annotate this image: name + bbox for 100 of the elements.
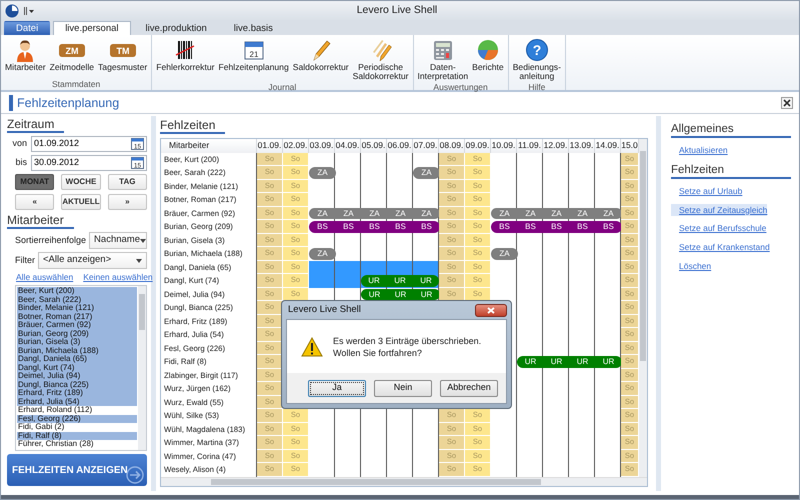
absence-bar[interactable]: ZA xyxy=(491,248,518,260)
dropdown[interactable]: <Alle anzeigen> xyxy=(38,252,147,269)
ribbon-button[interactable]: Fehlerkorrektur xyxy=(155,37,216,73)
list-item[interactable]: Deimel, Julia (94) xyxy=(17,372,137,380)
absence-bar[interactable]: ZA xyxy=(361,208,388,219)
group-label: Hilfe xyxy=(527,82,546,93)
ribbon-button[interactable]: Mitarbeiter xyxy=(4,37,47,73)
absence-bar[interactable]: UR xyxy=(387,288,414,300)
absence-bar[interactable]: ZA xyxy=(309,248,336,260)
close-button[interactable] xyxy=(781,96,793,108)
list-item[interactable]: Erhard, Fritz (189) xyxy=(17,389,137,398)
absence-bar[interactable]: ZA xyxy=(413,167,440,178)
absence-bar[interactable]: ZA xyxy=(413,208,440,219)
close-button[interactable] xyxy=(475,304,507,316)
selected-cell[interactable] xyxy=(309,274,334,288)
nav-button[interactable]: AKTUELL xyxy=(61,194,101,210)
absence-bar[interactable]: UR xyxy=(413,288,440,300)
view-button[interactable]: WOCHE xyxy=(61,174,101,190)
absence-bar[interactable]: BS xyxy=(543,221,570,232)
absence-bar[interactable]: BS xyxy=(413,221,440,232)
absence-bar[interactable]: UR xyxy=(543,356,570,368)
absence-bar[interactable]: UR xyxy=(361,288,388,300)
absence-bar[interactable]: BS xyxy=(517,221,544,232)
list-item[interactable]: Fidi, Ralf (8) xyxy=(17,432,137,440)
list-item[interactable]: Führer, Christian (28) xyxy=(17,440,137,448)
column-header: 14.09. xyxy=(595,139,621,152)
list-item[interactable]: Dangl, Daniela (65) xyxy=(17,355,137,364)
ribbon-button[interactable]: Periodische Saldokorrektur xyxy=(352,37,410,82)
absence-bar[interactable]: UR xyxy=(413,275,439,286)
absence-bar[interactable]: ZA xyxy=(309,208,336,219)
absence-bar[interactable]: BS xyxy=(491,221,518,232)
dialog-button[interactable]: Abbrechen xyxy=(440,380,498,396)
absence-bar[interactable]: BS xyxy=(361,221,388,232)
absence-bar[interactable]: UR xyxy=(517,356,544,368)
ribbon-button[interactable]: 21 Fehlzeitenplanung xyxy=(217,37,290,73)
link[interactable]: Aktualisieren xyxy=(671,144,728,157)
absence-bar[interactable]: ZA xyxy=(387,208,414,219)
absence-bar[interactable]: ZA xyxy=(335,208,362,219)
list-item[interactable]: Fesl, Georg (226) xyxy=(17,414,137,423)
section-heading: Allgemeines xyxy=(671,122,791,138)
column-header: 05.09. xyxy=(361,139,387,152)
show-absences-button[interactable]: FEHLZEITEN ANZEIGEN xyxy=(7,454,147,486)
absence-bar[interactable]: BS xyxy=(335,221,362,232)
link[interactable]: Keinen auswählen xyxy=(83,272,153,282)
view-button[interactable]: TAG xyxy=(108,174,147,190)
dialog-button[interactable]: Nein xyxy=(374,380,432,396)
absence-bar[interactable]: ZA xyxy=(491,208,518,219)
nav-button[interactable]: « xyxy=(15,194,54,210)
selected-cell[interactable] xyxy=(361,260,386,274)
absence-bar[interactable]: UR xyxy=(387,275,413,286)
field-label: Sortierreihenfolge xyxy=(15,234,86,247)
nav-button[interactable]: » xyxy=(108,194,147,210)
ribbon-button[interactable]: ? Bedienungs- anleitung xyxy=(512,37,562,82)
absence-bar[interactable]: UR xyxy=(595,356,622,368)
absence-bar[interactable]: ZA xyxy=(569,208,596,219)
absence-bar[interactable]: ZA xyxy=(517,208,544,219)
list-item[interactable]: Erhard, Roland (112) xyxy=(17,406,137,414)
dialog-button[interactable]: Ja xyxy=(308,380,366,396)
absence-bar[interactable]: BS xyxy=(309,221,336,232)
scrollbar[interactable] xyxy=(161,476,647,486)
employee-list[interactable] xyxy=(15,285,147,451)
link[interactable]: Setze auf Berufsschule xyxy=(671,222,766,235)
ribbon-button[interactable]: TM Tagesmuster xyxy=(97,37,148,73)
column-header: 07.09. xyxy=(413,139,439,152)
ribbon-button[interactable]: Daten- Interpretation xyxy=(416,37,470,82)
scrollbar[interactable] xyxy=(138,286,146,450)
scrollbar[interactable] xyxy=(639,139,647,476)
link[interactable]: Löschen xyxy=(671,260,712,272)
link[interactable]: Setze auf Krankenstand xyxy=(671,241,770,254)
quick-access-icon[interactable] xyxy=(23,6,35,16)
ribbon-tab[interactable]: live.produktion xyxy=(134,21,219,35)
absence-bar[interactable]: UR xyxy=(361,275,387,286)
list-item[interactable]: Fidi, Gabi (2) xyxy=(17,423,137,432)
list-item[interactable]: Bräuer, Carmen (92) xyxy=(17,321,137,330)
absence-bar[interactable]: BS xyxy=(569,221,596,232)
link[interactable]: Alle auswählen xyxy=(16,272,74,282)
selected-cell[interactable] xyxy=(335,260,360,274)
ribbon-button[interactable]: Saldokorrektur xyxy=(292,37,350,73)
list-item[interactable]: Binder, Melanie (121) xyxy=(17,304,137,312)
absence-bar[interactable]: ZA xyxy=(543,208,570,219)
absence-bar[interactable]: ZA xyxy=(595,208,622,219)
list-item[interactable]: Burian, Gisela (3) xyxy=(17,338,137,346)
absence-bar[interactable]: UR xyxy=(569,356,596,368)
selected-cell[interactable] xyxy=(413,260,438,274)
link[interactable]: Setze auf Urlaub xyxy=(671,184,742,198)
absence-bar[interactable]: BS xyxy=(595,221,622,232)
link[interactable]: Setze auf Zeitausgleich xyxy=(671,204,768,216)
dropdown[interactable]: Nachname xyxy=(89,232,147,249)
ribbon-tab[interactable]: live.personal xyxy=(53,21,131,35)
ribbon-tab[interactable]: live.basis xyxy=(222,21,285,35)
absence-bar[interactable]: ZA xyxy=(309,167,336,178)
list-item[interactable]: Beer, Kurt (200) xyxy=(17,287,137,296)
ribbon-tab[interactable]: Datei xyxy=(4,21,50,35)
selected-cell[interactable] xyxy=(335,274,360,288)
absence-bar[interactable]: BS xyxy=(387,221,414,232)
dialog-title: Levero Live Shell xyxy=(288,302,361,317)
ribbon-button[interactable]: Berichte xyxy=(471,37,505,73)
selected-cell[interactable] xyxy=(309,260,334,274)
selected-cell[interactable] xyxy=(387,260,412,274)
ribbon-button[interactable]: ZM Zeitmodelle xyxy=(48,37,96,73)
